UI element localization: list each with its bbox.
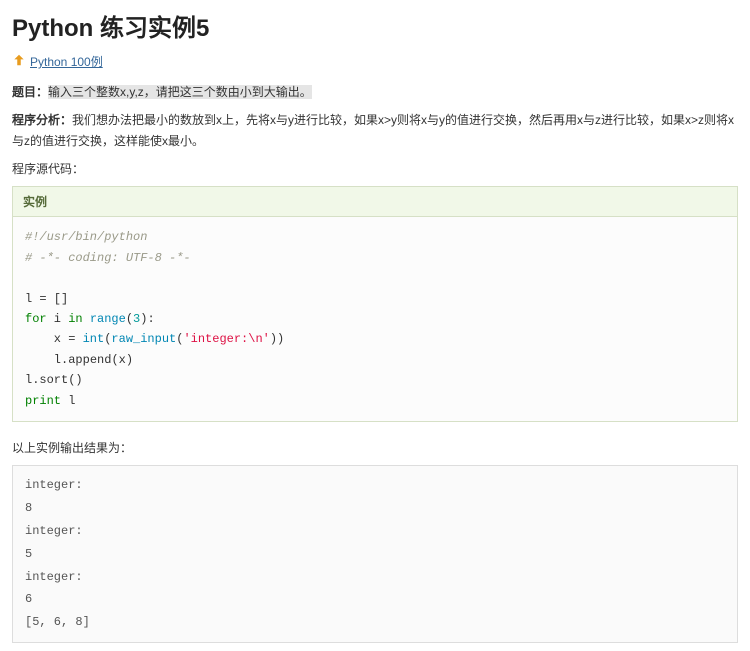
code-block: #!/usr/bin/python # -*- coding: UTF-8 -*…	[12, 216, 738, 422]
source-label: 程序源代码：	[12, 159, 738, 181]
topic-text: 输入三个整数x,y,z，请把这三个数由小到大输出。	[48, 85, 312, 99]
back-link-row: Python 100例	[12, 53, 738, 70]
output-block: integer: 8 integer: 5 integer: 6 [5, 6, …	[12, 465, 738, 643]
up-arrow-icon	[12, 53, 26, 70]
analysis-label: 程序分析：	[12, 113, 72, 127]
analysis-text: 我们想办法把最小的数放到x上，先将x与y进行比较，如果x>y则将x与y的值进行交…	[12, 113, 734, 149]
topic-label: 题目：	[12, 85, 48, 99]
topic-line: 题目：输入三个整数x,y,z，请把这三个数由小到大输出。	[12, 82, 738, 104]
analysis-line: 程序分析：我们想办法把最小的数放到x上，先将x与y进行比较，如果x>y则将x与y…	[12, 110, 738, 153]
back-link[interactable]: Python 100例	[30, 53, 103, 70]
page-title: Python 练习实例5	[12, 8, 738, 43]
example-header: 实例	[12, 186, 738, 216]
output-label: 以上实例输出结果为：	[12, 438, 738, 460]
